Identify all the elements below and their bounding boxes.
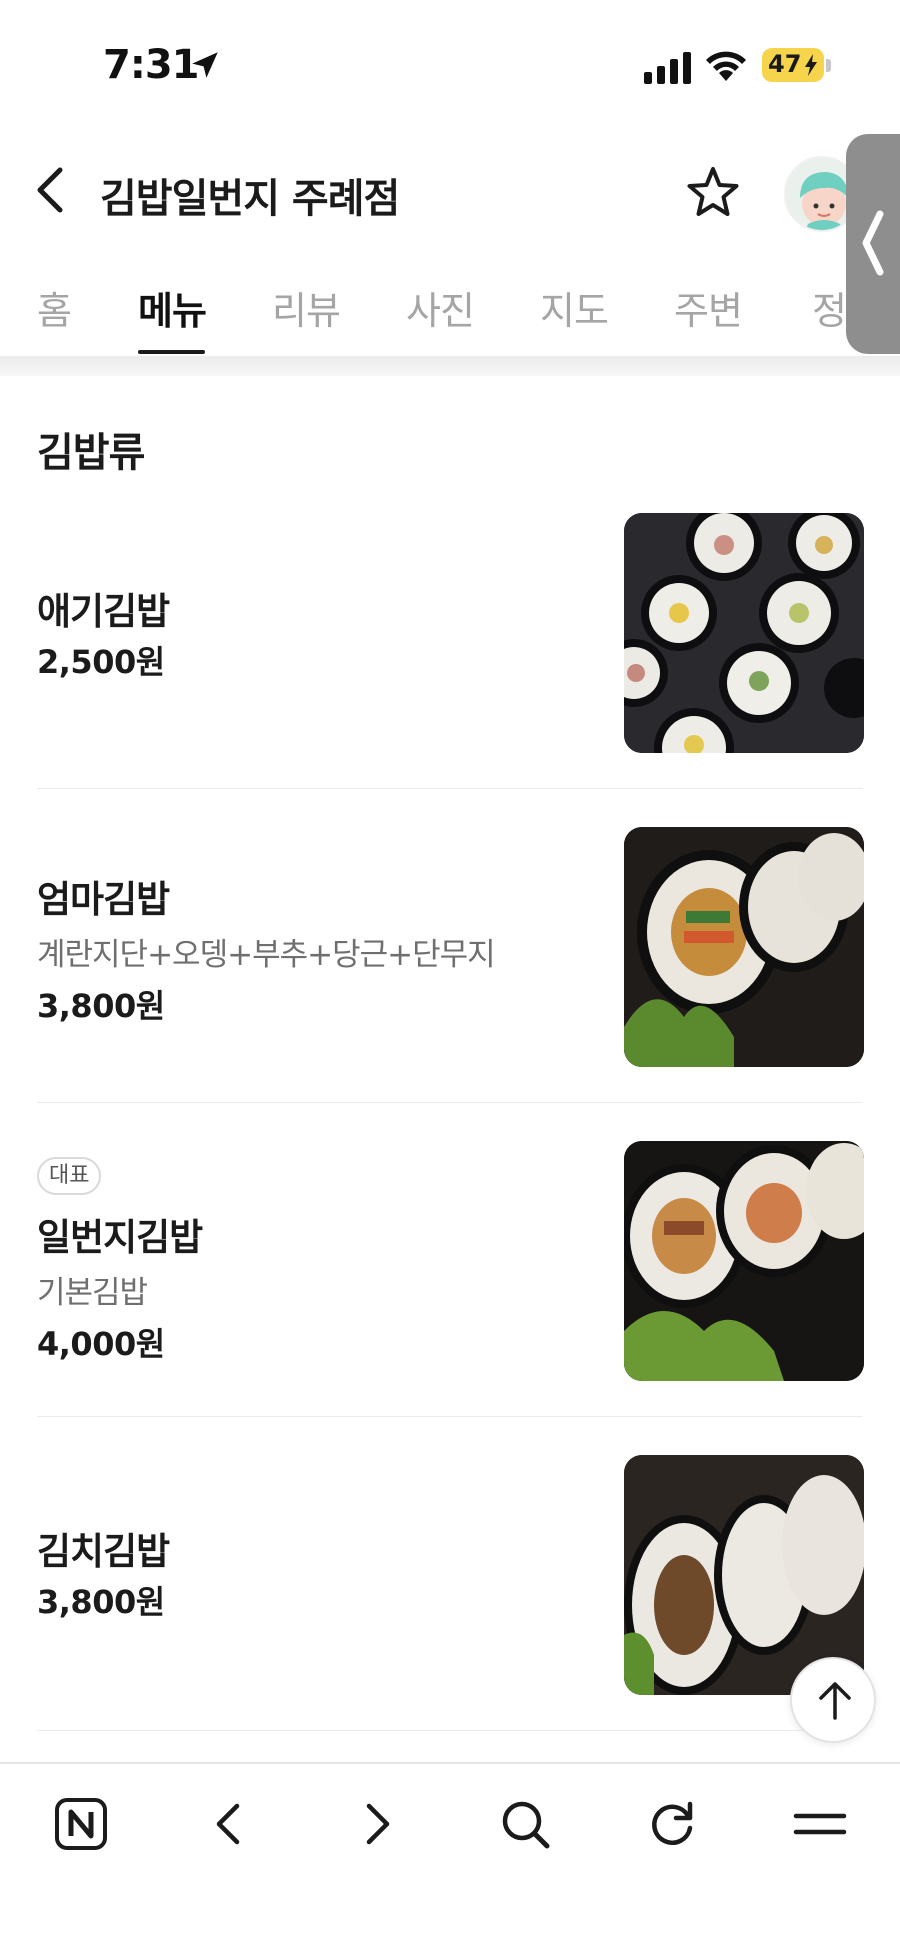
app-screen: 7:31 47 김밥일번지 주례점 홈 메뉴 리뷰 사진 지도 주변 정 김밥류… [0, 0, 900, 1951]
menu-item-description: 계란지단+오뎅+부추+당근+단무지 [37, 937, 496, 973]
header: 김밥일번지 주례점 [0, 130, 900, 255]
menu-item-price: 3,800원 [37, 1583, 165, 1621]
menu-item-price: 2,500원 [37, 643, 165, 681]
forward-arrow-icon [366, 1803, 390, 1845]
tab-photo[interactable]: 사진 [406, 280, 475, 335]
browser-back-button[interactable] [194, 1794, 264, 1864]
menu-item-photo [624, 827, 864, 1067]
search-icon [502, 1801, 550, 1849]
battery-level: 47 [768, 50, 802, 78]
tab-menu[interactable]: 메뉴 [138, 280, 207, 335]
favorite-star-button[interactable] [684, 164, 742, 222]
battery-cap [826, 59, 831, 72]
menu-item-name: 김치김밥 [37, 1530, 170, 1573]
search-button[interactable] [490, 1794, 560, 1864]
menu-button[interactable] [785, 1794, 855, 1864]
tab-info[interactable]: 정 [812, 280, 847, 335]
battery-indicator: 47 [762, 48, 824, 82]
menu-item[interactable]: 대표 일번지김밥 기본김밥 4,000원 [37, 1103, 864, 1417]
menu-item-name: 엄마김밥 [37, 878, 170, 921]
menu-item-photo [624, 1141, 864, 1381]
tab-map[interactable]: 지도 [540, 280, 609, 335]
tab-nearby[interactable]: 주변 [674, 280, 743, 335]
menu-icon [793, 1813, 847, 1835]
section-title: 김밥류 [37, 430, 145, 476]
arrow-up-icon [819, 1682, 851, 1720]
section-divider [0, 356, 900, 376]
menu-item-photo [624, 513, 864, 753]
location-arrow-icon [192, 52, 218, 78]
tab-bar: 홈 메뉴 리뷰 사진 지도 주변 정 [0, 268, 900, 358]
refresh-button[interactable] [637, 1794, 707, 1864]
page-title: 김밥일번지 주례점 [100, 176, 400, 222]
signature-badge: 대표 [37, 1157, 102, 1195]
status-bar: 7:31 47 [0, 0, 900, 130]
cellular-signal-icon [644, 52, 691, 84]
naver-home-icon [55, 1798, 107, 1850]
naver-home-button[interactable] [46, 1794, 116, 1864]
menu-item-name: 일번지김밥 [37, 1216, 203, 1259]
tab-home[interactable]: 홈 [37, 280, 72, 335]
menu-item-price: 4,000원 [37, 1325, 165, 1363]
menu-item[interactable]: 엄마김밥 계란지단+오뎅+부추+당근+단무지 3,800원 [37, 789, 864, 1103]
back-arrow-icon [216, 1803, 240, 1845]
menu-item[interactable]: 김치김밥 3,800원 [37, 1417, 864, 1731]
menu-item-description: 기본김밥 [37, 1275, 148, 1311]
tab-review[interactable]: 리뷰 [272, 280, 341, 335]
menu-item-price: 3,800원 [37, 987, 165, 1025]
item-separator [37, 1730, 863, 1731]
back-button[interactable] [26, 160, 76, 220]
wifi-icon [706, 51, 746, 81]
charging-bolt-icon [805, 54, 817, 76]
active-tab-indicator [138, 350, 205, 354]
menu-item[interactable]: 애기김밥 2,500원 [37, 497, 864, 789]
browser-toolbar [0, 1762, 900, 1951]
refresh-icon [652, 1801, 693, 1846]
scroll-to-top-button[interactable] [790, 1657, 876, 1743]
browser-forward-button[interactable] [342, 1794, 412, 1864]
status-time: 7:31 [103, 42, 199, 88]
menu-item-name: 애기김밥 [37, 590, 170, 633]
